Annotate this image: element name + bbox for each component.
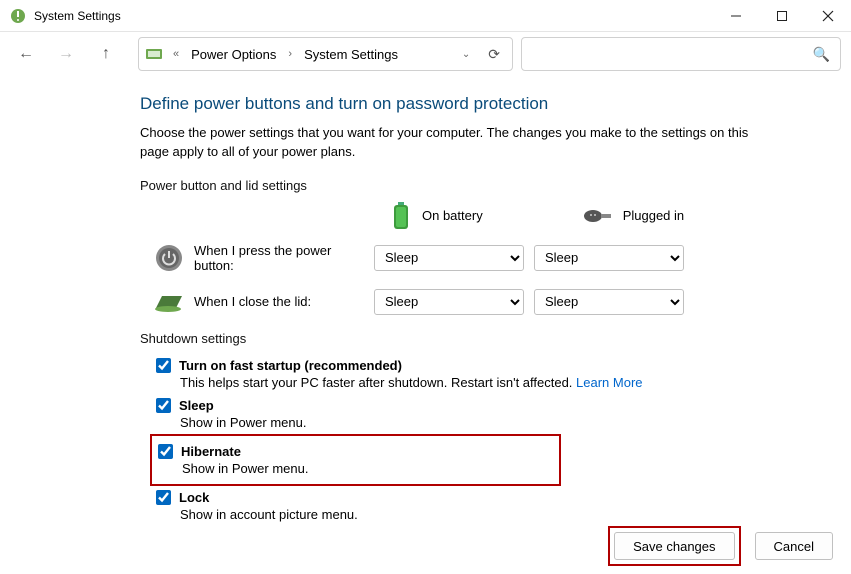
control-panel-icon xyxy=(145,45,163,63)
maximize-button[interactable] xyxy=(759,0,805,32)
navigation-row: ← → ↑ « Power Options › System Settings … xyxy=(0,32,851,76)
lid-plugged-select[interactable]: Sleep xyxy=(534,289,684,315)
plugged-in-label: Plugged in xyxy=(623,208,684,223)
close-button[interactable] xyxy=(805,0,851,32)
breadcrumb-system-settings[interactable]: System Settings xyxy=(302,45,400,64)
fast-startup-label: Turn on fast startup (recommended) xyxy=(179,358,402,373)
search-icon[interactable]: 🔍 xyxy=(813,46,830,63)
sleep-label: Sleep xyxy=(179,398,214,413)
back-button[interactable]: ← xyxy=(10,38,42,70)
lid-icon xyxy=(154,287,184,317)
fast-startup-sub: This helps start your PC faster after sh… xyxy=(180,375,821,390)
refresh-button[interactable]: ⟳ xyxy=(482,46,506,63)
power-button-section-label: Power button and lid settings xyxy=(140,178,821,193)
shutdown-section-label: Shutdown settings xyxy=(140,331,821,346)
power-button-battery-select[interactable]: Sleep xyxy=(374,245,524,271)
cancel-button[interactable]: Cancel xyxy=(755,532,833,560)
window-title: System Settings xyxy=(34,9,713,23)
lid-close-label: When I close the lid: xyxy=(194,294,374,309)
sleep-checkbox[interactable] xyxy=(156,398,171,413)
footer: Save changes Cancel xyxy=(608,526,833,566)
plugged-in-header: Plugged in xyxy=(583,206,684,226)
address-bar[interactable]: « Power Options › System Settings ⌄ ⟳ xyxy=(138,37,513,71)
minimize-button[interactable] xyxy=(713,0,759,32)
hibernate-highlight-box: Hibernate Show in Power menu. xyxy=(150,434,561,486)
on-battery-header: On battery xyxy=(390,201,483,231)
page-description: Choose the power settings that you want … xyxy=(140,124,780,162)
on-battery-label: On battery xyxy=(422,208,483,223)
hibernate-item: Hibernate Show in Power menu. xyxy=(158,440,553,480)
app-icon xyxy=(10,8,26,24)
hibernate-checkbox[interactable] xyxy=(158,444,173,459)
hibernate-sub: Show in Power menu. xyxy=(182,461,553,476)
page-heading: Define power buttons and turn on passwor… xyxy=(140,94,821,114)
hibernate-label: Hibernate xyxy=(181,444,241,459)
power-button-row: When I press the power button: Sleep Sle… xyxy=(140,243,821,273)
fast-startup-item: Turn on fast startup (recommended) This … xyxy=(140,354,821,394)
search-input[interactable] xyxy=(532,47,813,62)
save-highlight-box: Save changes xyxy=(608,526,740,566)
forward-button[interactable]: → xyxy=(50,38,82,70)
main-content: Define power buttons and turn on passwor… xyxy=(0,76,851,526)
lock-label: Lock xyxy=(179,490,209,505)
breadcrumb-power-options[interactable]: Power Options xyxy=(189,45,278,64)
fast-startup-checkbox[interactable] xyxy=(156,358,171,373)
battery-icon xyxy=(390,201,412,231)
lock-checkbox[interactable] xyxy=(156,490,171,505)
lid-close-row: When I close the lid: Sleep Sleep xyxy=(140,287,821,317)
lid-battery-select[interactable]: Sleep xyxy=(374,289,524,315)
power-button-plugged-select[interactable]: Sleep xyxy=(534,245,684,271)
lock-sub: Show in account picture menu. xyxy=(180,507,821,522)
chevron-right-icon: › xyxy=(284,48,296,60)
column-headers: On battery Plugged in xyxy=(390,201,821,231)
search-box[interactable]: 🔍 xyxy=(521,37,841,71)
address-dropdown-icon[interactable]: ⌄ xyxy=(456,49,476,60)
titlebar: System Settings xyxy=(0,0,851,32)
save-button[interactable]: Save changes xyxy=(614,532,734,560)
power-button-label: When I press the power button: xyxy=(194,243,374,273)
up-button[interactable]: ↑ xyxy=(90,38,122,70)
sleep-sub: Show in Power menu. xyxy=(180,415,821,430)
learn-more-link[interactable]: Learn More xyxy=(576,375,642,390)
power-button-icon xyxy=(154,243,184,273)
sleep-item: Sleep Show in Power menu. xyxy=(140,394,821,434)
plug-icon xyxy=(583,206,613,226)
fast-startup-sub-text: This helps start your PC faster after sh… xyxy=(180,375,576,390)
lock-item: Lock Show in account picture menu. xyxy=(140,486,821,526)
breadcrumb-root[interactable]: « xyxy=(169,48,183,60)
